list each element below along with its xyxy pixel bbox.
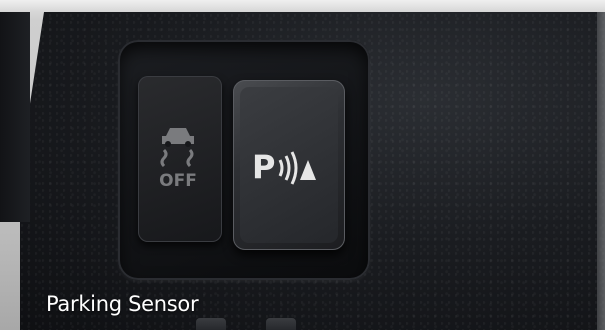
parking-sensor-label: P <box>252 148 275 186</box>
lower-slot <box>266 318 296 330</box>
lower-slot <box>196 318 226 330</box>
left-light-gap <box>0 222 20 330</box>
photo-frame: OFF P Parking Sensor <box>0 0 605 330</box>
traction-off-label: OFF <box>159 171 197 191</box>
parking-sensor-icon: P <box>252 148 316 186</box>
left-dark-panel <box>0 12 30 222</box>
caption-text: Parking Sensor <box>46 292 199 316</box>
right-edge-strip <box>597 12 605 330</box>
background-strip <box>0 0 605 12</box>
traction-control-off-icon: OFF <box>159 128 197 191</box>
